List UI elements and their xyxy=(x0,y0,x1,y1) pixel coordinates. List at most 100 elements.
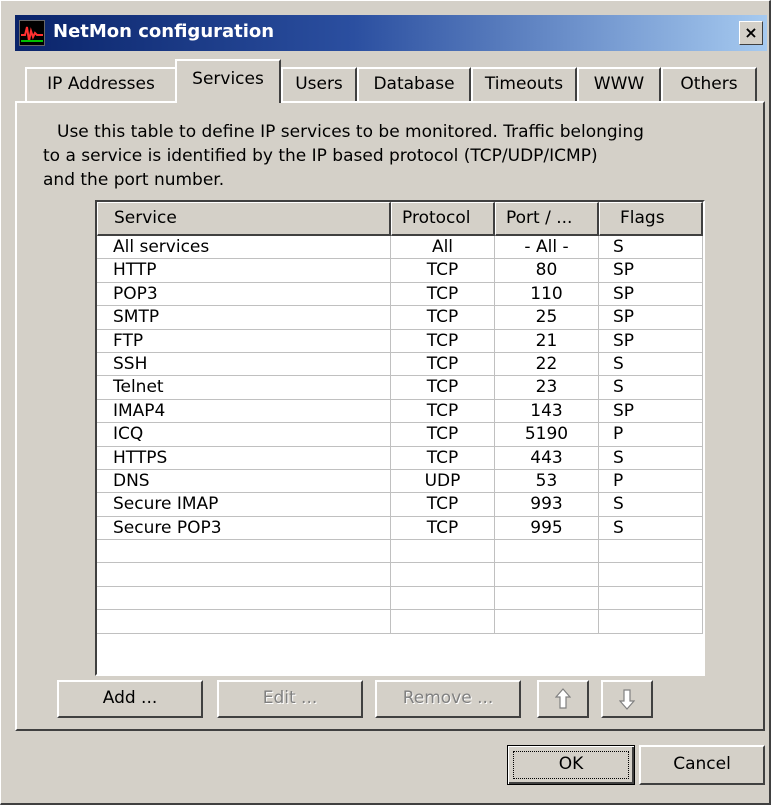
move-up-button[interactable] xyxy=(537,680,589,718)
cell-flags: SP xyxy=(599,282,703,307)
ok-button[interactable]: OK xyxy=(507,745,635,785)
table-row[interactable] xyxy=(97,610,703,634)
cell-protocol: TCP xyxy=(391,446,495,470)
table-row[interactable]: Telnet TCP 23 S xyxy=(97,376,703,400)
column-header-flags[interactable]: Flags xyxy=(599,202,703,236)
tab-database[interactable]: Database xyxy=(357,67,471,101)
table-body: All services All - All - S HTTP TCP 80 SP POP3 TC… xyxy=(97,236,703,634)
remove-button[interactable]: Remove ... xyxy=(375,680,521,718)
tab-others[interactable]: Others xyxy=(661,67,757,101)
arrow-down-icon xyxy=(619,689,635,710)
cell-flags xyxy=(599,563,703,587)
cell-protocol xyxy=(391,540,495,564)
cell-flags: SP xyxy=(599,399,703,424)
cell-port: 443 xyxy=(495,446,599,470)
cell-flags: SP xyxy=(599,306,703,330)
cell-protocol xyxy=(391,586,495,611)
table-row[interactable]: FTP TCP 21 SP xyxy=(97,329,703,353)
table-row[interactable]: SSH TCP 22 S xyxy=(97,352,703,377)
config-dialog: NetMon configuration × IP Addresses Serv… xyxy=(0,0,771,805)
table-row[interactable]: HTTPS TCP 443 S xyxy=(97,446,703,470)
table-row[interactable] xyxy=(97,563,703,587)
cell-flags xyxy=(599,540,703,564)
cell-flags: P xyxy=(599,423,703,447)
tab-www[interactable]: WWW xyxy=(577,67,661,101)
netmon-app-icon xyxy=(19,20,45,46)
cell-protocol: TCP xyxy=(391,376,495,400)
tab-ip-addresses[interactable]: IP Addresses xyxy=(25,67,177,101)
cell-service: IMAP4 xyxy=(97,399,391,424)
cell-port xyxy=(495,586,599,611)
cell-protocol: TCP xyxy=(391,352,495,377)
cell-port: 25 xyxy=(495,306,599,330)
cell-service: POP3 xyxy=(97,282,391,307)
cell-service: Secure POP3 xyxy=(97,516,391,541)
cell-protocol: TCP xyxy=(391,516,495,541)
arrow-up-icon xyxy=(555,688,571,709)
tab-users[interactable]: Users xyxy=(281,67,357,101)
add-button[interactable]: Add ... xyxy=(57,680,203,718)
tab-services[interactable]: Services xyxy=(175,59,281,103)
table-row[interactable] xyxy=(97,540,703,564)
table-row[interactable] xyxy=(97,586,703,611)
table-row[interactable]: HTTP TCP 80 SP xyxy=(97,259,703,283)
cell-protocol: TCP xyxy=(391,282,495,307)
table-row[interactable]: IMAP4 TCP 143 SP xyxy=(97,399,703,424)
services-description: Use this table to define IP services to … xyxy=(43,120,737,192)
cell-port: 993 xyxy=(495,493,599,517)
table-row[interactable]: DNS UDP 53 P xyxy=(97,469,703,494)
cell-flags: SP xyxy=(599,329,703,353)
cell-flags: S xyxy=(599,446,703,470)
ok-button-label: OK xyxy=(513,751,629,779)
cell-service: SMTP xyxy=(97,306,391,330)
cell-protocol xyxy=(391,610,495,634)
cell-service: SSH xyxy=(97,352,391,377)
move-down-button[interactable] xyxy=(601,680,653,718)
column-header-port[interactable]: Port / ... xyxy=(495,202,599,236)
table-row[interactable]: POP3 TCP 110 SP xyxy=(97,282,703,307)
cell-service: All services xyxy=(97,236,391,260)
column-header-service[interactable]: Service xyxy=(97,202,391,236)
cell-port: 143 xyxy=(495,399,599,424)
cell-service: Telnet xyxy=(97,376,391,400)
table-row[interactable]: ICQ TCP 5190 P xyxy=(97,423,703,447)
cell-flags: S xyxy=(599,376,703,400)
table-row[interactable]: Secure IMAP TCP 993 S xyxy=(97,493,703,517)
title-bar[interactable]: NetMon configuration × xyxy=(15,15,767,51)
cell-port: 5190 xyxy=(495,423,599,447)
cell-flags: S xyxy=(599,493,703,517)
services-table[interactable]: Service Protocol Port / ... Flags All se… xyxy=(95,200,705,676)
cell-protocol: TCP xyxy=(391,329,495,353)
cell-protocol: All xyxy=(391,236,495,260)
tab-timeouts[interactable]: Timeouts xyxy=(471,67,577,101)
close-button[interactable]: × xyxy=(739,21,763,45)
cell-flags: P xyxy=(599,469,703,494)
cell-service: ICQ xyxy=(97,423,391,447)
cell-port: 23 xyxy=(495,376,599,400)
cell-port: 53 xyxy=(495,469,599,494)
edit-button[interactable]: Edit ... xyxy=(217,680,363,718)
cell-service: HTTPS xyxy=(97,446,391,470)
cell-flags: S xyxy=(599,352,703,377)
table-row[interactable]: SMTP TCP 25 SP xyxy=(97,306,703,330)
window-title: NetMon configuration xyxy=(53,21,275,42)
cell-port xyxy=(495,563,599,587)
cell-service xyxy=(97,610,391,634)
cell-protocol: TCP xyxy=(391,399,495,424)
cell-protocol: TCP xyxy=(391,493,495,517)
cell-flags xyxy=(599,586,703,611)
cell-protocol xyxy=(391,563,495,587)
table-row[interactable]: All services All - All -S xyxy=(97,236,703,260)
cell-protocol: UDP xyxy=(391,469,495,494)
cell-flags: S xyxy=(599,516,703,541)
cancel-button[interactable]: Cancel xyxy=(639,745,765,785)
cell-service: HTTP xyxy=(97,259,391,283)
cell-flags: SP xyxy=(599,259,703,283)
cell-port xyxy=(495,610,599,634)
column-header-protocol[interactable]: Protocol xyxy=(391,202,495,236)
cell-port: 995 xyxy=(495,516,599,541)
cell-flags: S xyxy=(599,236,703,260)
table-row[interactable]: Secure POP3 TCP 995 S xyxy=(97,516,703,541)
description-line: Use this table to define IP services to … xyxy=(57,122,644,142)
cell-port: 80 xyxy=(495,259,599,283)
